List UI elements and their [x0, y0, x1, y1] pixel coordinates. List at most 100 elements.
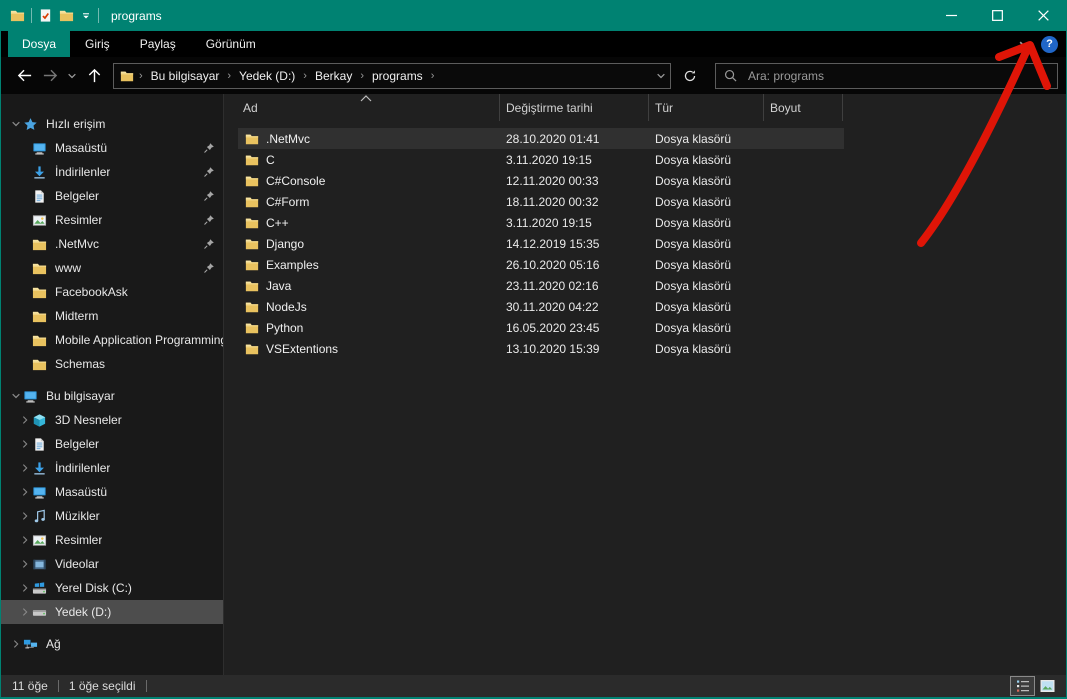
back-arrow-icon	[16, 67, 33, 84]
minimize-icon	[945, 10, 957, 21]
sidebar-item-resimler[interactable]: Resimler	[1, 208, 223, 232]
file-type: Dosya klasörü	[655, 320, 732, 335]
folder-icon	[245, 279, 259, 293]
properties-check-icon[interactable]	[38, 8, 53, 23]
file-row[interactable]: C#Form 18.11.2020 00:32 Dosya klasörü	[238, 191, 844, 212]
folder-icon[interactable]	[10, 8, 25, 23]
folder-icon	[245, 132, 259, 146]
file-modified: 12.11.2020 00:33	[506, 173, 599, 188]
close-button[interactable]	[1020, 0, 1066, 31]
address-history-chevron-icon[interactable]	[656, 71, 666, 81]
breadcrumb-segment[interactable]: Bu bilgisayar	[148, 69, 223, 83]
file-modified: 18.11.2020 00:32	[506, 194, 599, 209]
recent-locations-button[interactable]	[63, 63, 81, 89]
folder-icon	[32, 333, 47, 348]
sidebar-item-label: İndirilenler	[55, 461, 111, 475]
sidebar-item-www[interactable]: www	[1, 256, 223, 280]
sidebar-item-3d-nesneler[interactable]: 3D Nesneler	[1, 408, 223, 432]
breadcrumb-separator: ›	[139, 69, 143, 82]
sidebar-section-a-[interactable]: Ağ	[1, 632, 223, 656]
sidebar-item-label: Mobile Application Programming	[55, 333, 223, 347]
sidebar-item-i-ndirilenler[interactable]: İndirilenler	[1, 456, 223, 480]
breadcrumb-segment[interactable]: Berkay	[312, 69, 355, 83]
sidebar-item--netmvc[interactable]: .NetMvc	[1, 232, 223, 256]
sidebar-item-label: İndirilenler	[55, 165, 111, 179]
forward-button[interactable]	[37, 63, 63, 89]
file-modified: 30.11.2020 04:22	[506, 299, 599, 314]
sidebar-item-label: 3D Nesneler	[55, 413, 122, 427]
maximize-button[interactable]	[974, 0, 1020, 31]
network-icon	[23, 637, 38, 652]
navigation-toolbar: › Bu bilgisayar › Yedek (D:) › Berkay › progra…	[1, 57, 1066, 94]
thumbnails-view-icon	[1040, 679, 1055, 693]
sidebar-section-bu-bilgisayar[interactable]: Bu bilgisayar	[1, 384, 223, 408]
breadcrumb-separator[interactable]: ›	[222, 70, 236, 82]
selected-count: 1 öğe seçildi	[68, 679, 136, 693]
file-row[interactable]: Django 14.12.2019 15:35 Dosya klasörü	[238, 233, 844, 254]
sidebar-item-yedek-d-[interactable]: Yedek (D:)	[1, 600, 223, 624]
file-row[interactable]: VSExtentions 13.10.2020 15:39 Dosya klasör…	[238, 338, 844, 359]
file-row[interactable]: Java 23.11.2020 02:16 Dosya klasörü	[238, 275, 844, 296]
sidebar-item-i-ndirilenler[interactable]: İndirilenler	[1, 160, 223, 184]
breadcrumb-separator[interactable]: ›	[426, 70, 440, 82]
forward-arrow-icon	[42, 67, 59, 84]
ribbon-expand-chevron-icon[interactable]	[1018, 38, 1031, 51]
sidebar-item-schemas[interactable]: Schemas	[1, 352, 223, 376]
thumbnails-view-button[interactable]	[1035, 676, 1060, 696]
file-row[interactable]: C 3.11.2020 19:15 Dosya klasörü	[238, 149, 844, 170]
chevron-down-icon	[11, 391, 21, 401]
file-row[interactable]: C#Console 12.11.2020 00:33 Dosya klasörü	[238, 170, 844, 191]
sidebar-item-m-zikler[interactable]: Müzikler	[1, 504, 223, 528]
breadcrumb-separator[interactable]: ›	[298, 70, 312, 82]
sidebar-section-h-zl-eri-im[interactable]: Hızlı erişim	[1, 112, 223, 136]
details-view-button[interactable]	[1010, 676, 1035, 696]
file-type: Dosya klasörü	[655, 152, 732, 167]
qat-customize-chevron-icon[interactable]	[80, 8, 92, 23]
refresh-button[interactable]	[675, 63, 705, 89]
file-row[interactable]: C++ 3.11.2020 19:15 Dosya klasörü	[238, 212, 844, 233]
file-row[interactable]: Python 16.05.2020 23:45 Dosya klasörü	[238, 317, 844, 338]
sidebar-item-belgeler[interactable]: Belgeler	[1, 432, 223, 456]
sidebar-item-yerel-disk-c-[interactable]: Yerel Disk (C:)	[1, 576, 223, 600]
column-header-type[interactable]: Tür	[649, 94, 764, 121]
tab-dosya[interactable]: Dosya	[8, 31, 71, 57]
sidebar-item-label: .NetMvc	[55, 237, 100, 251]
file-row[interactable]: Examples 26.10.2020 05:16 Dosya klasörü	[238, 254, 844, 275]
minimize-button[interactable]	[928, 0, 974, 31]
sidebar-item-mobile-application-programming[interactable]: Mobile Application Programming	[1, 328, 223, 352]
breadcrumb-segment[interactable]: programs	[369, 69, 426, 83]
file-row[interactable]: NodeJs 30.11.2020 04:22 Dosya klasörü	[238, 296, 844, 317]
breadcrumb-segment[interactable]: Yedek (D:)	[236, 69, 298, 83]
sidebar-item-masa-st-[interactable]: Masaüstü	[1, 480, 223, 504]
sidebar-item-label: www	[55, 261, 81, 275]
sidebar-item-label: Resimler	[55, 533, 103, 547]
address-bar[interactable]: › Bu bilgisayar › Yedek (D:) › Berkay › progra…	[113, 62, 671, 89]
search-input[interactable]	[746, 67, 1049, 84]
sidebar-item-facebookask[interactable]: FacebookAsk	[1, 280, 223, 304]
tab-paylas[interactable]: Paylaş	[125, 31, 191, 57]
column-header-modified[interactable]: Değiştirme tarihi	[500, 94, 649, 121]
folder-icon	[245, 153, 259, 167]
sidebar-item-resimler[interactable]: Resimler	[1, 528, 223, 552]
file-name: NodeJs	[266, 299, 307, 314]
file-row[interactable]: .NetMvc 28.10.2020 01:41 Dosya klasörü	[238, 128, 844, 149]
sidebar-item-belgeler[interactable]: Belgeler	[1, 184, 223, 208]
up-button[interactable]	[81, 63, 107, 89]
file-name: C#Form	[266, 194, 310, 209]
sidebar-item-masa-st-[interactable]: Masaüstü	[1, 136, 223, 160]
chevron-right-icon	[11, 639, 21, 649]
help-icon[interactable]: ?	[1041, 35, 1058, 53]
sidebar-item-midterm[interactable]: Midterm	[1, 304, 223, 328]
breadcrumb-separator[interactable]: ›	[355, 70, 369, 82]
column-header-size[interactable]: Boyut	[764, 94, 843, 121]
chevron-right-icon	[20, 559, 30, 569]
status-bar: 11 öğe 1 öğe seçildi	[1, 675, 1066, 699]
tab-giris[interactable]: Giriş	[70, 31, 125, 57]
tab-gorunum[interactable]: Görünüm	[191, 31, 271, 57]
folder-icon[interactable]	[59, 8, 74, 23]
refresh-icon	[683, 69, 697, 83]
chevron-right-icon	[20, 607, 30, 617]
sidebar-item-videolar[interactable]: Videolar	[1, 552, 223, 576]
back-button[interactable]	[11, 63, 37, 89]
file-list: .NetMvc 28.10.2020 01:41 Dosya klasörü C 3.1…	[238, 128, 1066, 359]
